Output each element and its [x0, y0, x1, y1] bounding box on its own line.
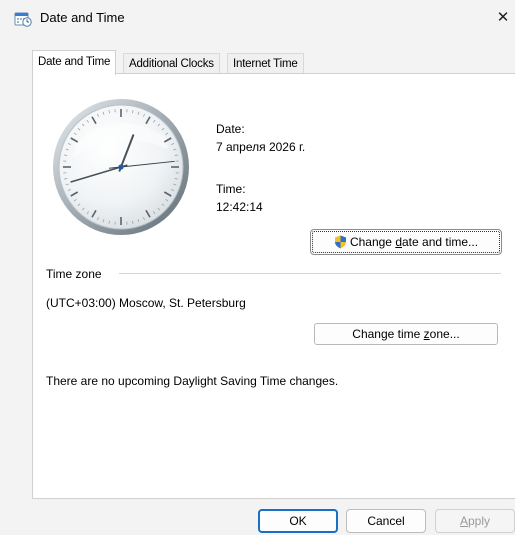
time-zone-divider — [119, 273, 501, 274]
close-icon: ✕ — [496, 9, 510, 26]
time-zone-heading: Time zone — [46, 267, 102, 281]
tab-internet-time[interactable]: Internet Time — [227, 53, 304, 73]
cancel-label: Cancel — [367, 514, 405, 528]
date-label: Date: — [216, 122, 245, 136]
time-value: 12:42:14 — [216, 200, 263, 214]
apply-label: Apply — [459, 514, 491, 528]
tab-date-and-time[interactable]: Date and Time — [32, 50, 117, 75]
tab-label: Date and Time — [38, 56, 111, 68]
close-button[interactable]: ✕ — [488, 6, 515, 30]
dst-message: There are no upcoming Daylight Saving Ti… — [46, 374, 339, 388]
tab-additional-clocks[interactable]: Additional Clocks — [123, 53, 220, 73]
tab-label: Internet Time — [233, 58, 298, 70]
uac-shield-icon — [334, 235, 346, 249]
date-time-app-icon — [14, 12, 32, 27]
change-date-label: Change date and time... — [349, 235, 479, 249]
time-label: Time: — [216, 182, 246, 196]
window-title: Date and Time — [40, 10, 125, 25]
cancel-button[interactable]: Cancel — [346, 509, 426, 533]
analog-clock — [53, 99, 189, 235]
tab-panel: Date: 7 апреля 2026 г. Time: 12:42:14 Ch… — [32, 73, 515, 499]
change-date-and-time-button[interactable]: Change date and time... — [310, 229, 502, 255]
tab-label: Additional Clocks — [129, 58, 214, 70]
change-time-zone-button[interactable]: Change time zone... — [314, 323, 498, 345]
ok-button[interactable]: OK — [258, 509, 338, 533]
ok-label: OK — [289, 514, 307, 528]
change-time-zone-label: Change time zone... — [352, 327, 460, 341]
title-bar: Date and Time ✕ — [0, 0, 515, 36]
date-value: 7 апреля 2026 г. — [216, 140, 306, 154]
apply-button[interactable]: Apply — [435, 509, 515, 533]
time-zone-value: (UTC+03:00) Moscow, St. Petersburg — [46, 296, 246, 310]
